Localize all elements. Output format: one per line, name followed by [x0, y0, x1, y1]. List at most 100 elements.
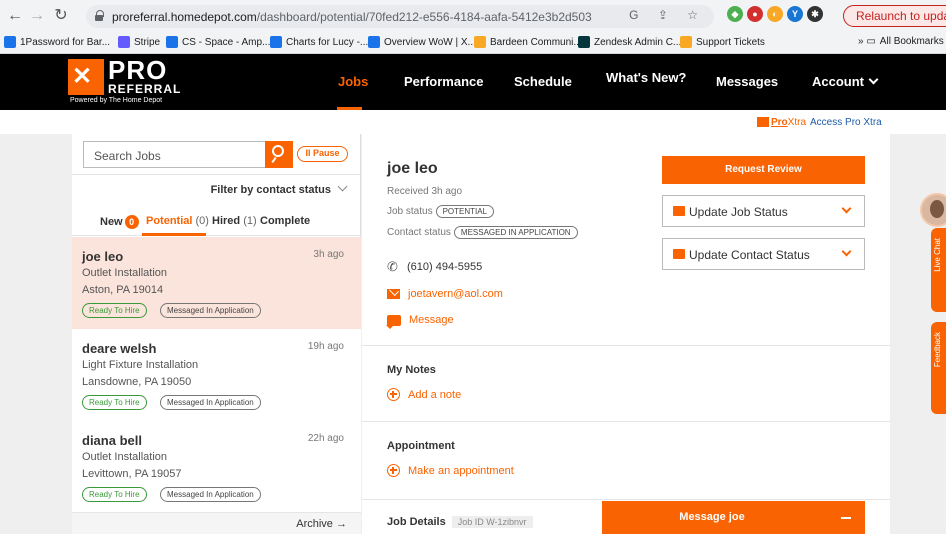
filter-contact-status[interactable]: Filter by contact status	[72, 174, 361, 204]
email-link[interactable]: joetavern@aol.com	[387, 288, 503, 300]
status-badge: Messaged In Application	[160, 487, 261, 502]
tab-new[interactable]: New 0	[100, 215, 139, 229]
bookmark-item[interactable]: Support Tickets	[680, 36, 765, 48]
add-note-link[interactable]: Add a note	[387, 388, 461, 401]
address-bar[interactable]: proreferral.homedepot.com/dashboard/pote…	[86, 5, 714, 28]
bookmark-favicon-icon	[118, 36, 130, 48]
chat-icon	[387, 314, 401, 326]
bookmark-favicon-icon	[578, 36, 590, 48]
lock-icon	[95, 10, 104, 21]
status-badge: Messaged In Application	[160, 303, 261, 318]
nav-performance[interactable]: Performance	[404, 74, 483, 89]
feedback-tab[interactable]: Feedback	[931, 322, 946, 414]
pro-xtra-link[interactable]: ProXtra Access Pro Xtra	[757, 117, 882, 128]
chevron-down-icon	[841, 246, 852, 257]
jobs-list-panel: Search Jobs II Pause Filter by contact s…	[72, 134, 361, 534]
search-icon	[272, 145, 284, 157]
nav-messages[interactable]: Messages	[716, 74, 778, 89]
status-badge: Ready To Hire	[82, 487, 147, 502]
bookmark-item[interactable]: Overview WoW | X...	[368, 36, 476, 48]
all-bookmarks[interactable]: » ▭ All Bookmarks	[858, 36, 944, 47]
nav-schedule[interactable]: Schedule	[514, 74, 572, 89]
bookmark-item[interactable]: Stripe	[118, 36, 160, 48]
message-customer-bar[interactable]: Message joe	[602, 501, 865, 534]
tab-hired[interactable]: Hired (1)	[212, 215, 257, 227]
pause-button[interactable]: II Pause	[297, 146, 348, 162]
plus-circle-icon	[387, 464, 400, 477]
mail-icon	[387, 289, 400, 299]
nav-account[interactable]: Account	[812, 74, 879, 89]
bookmark-favicon-icon	[270, 36, 282, 48]
contact-card-icon	[673, 249, 685, 259]
chevron-down-icon	[868, 74, 879, 85]
site-header: ✕ PRO REFERRAL Powered by The Home Depot…	[0, 54, 946, 110]
received-time: Received 3h ago	[387, 186, 463, 197]
job-list-item[interactable]: deare welsh 19h ago Light Fixture Instal…	[72, 329, 361, 425]
pro-referral-logo[interactable]: ✕ PRO REFERRAL Powered by The Home Depot	[68, 57, 188, 107]
bookmark-item[interactable]: 1Password for Bar...	[4, 36, 110, 48]
make-appointment-link[interactable]: Make an appointment	[387, 464, 514, 477]
bookmark-favicon-icon	[4, 36, 16, 48]
back-icon[interactable]: ←	[6, 7, 24, 25]
browser-chrome: ← → ↻ proreferral.homedepot.com/dashboar…	[0, 0, 946, 54]
bookmark-item[interactable]: CS - Space - Amp...	[166, 36, 270, 48]
extension-icon[interactable]: ◐	[767, 6, 783, 22]
job-detail-panel: joe leo Received 3h ago Job status POTENT…	[362, 134, 890, 534]
omnibox-icons[interactable]: G ⇪ ☆	[629, 8, 706, 22]
url-text: proreferral.homedepot.com/dashboard/pote…	[112, 10, 592, 24]
extension-icon[interactable]: ●	[747, 6, 763, 22]
extension-icon[interactable]: ◆	[727, 6, 743, 22]
search-button[interactable]	[265, 141, 293, 168]
folder-icon: » ▭	[858, 36, 876, 47]
appointment-section: Appointment Make an appointment	[362, 421, 890, 499]
reload-icon[interactable]: ↻	[52, 7, 70, 25]
status-badge: Messaged In Application	[160, 395, 261, 410]
address-row: ← → ↻ proreferral.homedepot.com/dashboar…	[0, 0, 946, 32]
job-tabs: New 0 Potential (0) Hired (1) Complete	[72, 206, 361, 236]
live-chat-tab[interactable]: Live Chat	[931, 228, 946, 312]
tools-icon: ✕	[68, 59, 104, 95]
bookmark-item[interactable]: Zendesk Admin C...	[578, 36, 681, 48]
bookmark-item[interactable]: Bardeen Communi...	[474, 36, 582, 48]
nav-whats-new[interactable]: What's New?	[606, 70, 686, 85]
puzzle-icon[interactable]: ✱	[807, 6, 823, 22]
nav-jobs[interactable]: Jobs	[338, 74, 368, 89]
job-details-header: Job Details Job ID W-1zibnvr	[387, 516, 533, 528]
bookmark-favicon-icon	[368, 36, 380, 48]
phone-link[interactable]: (610) 494-5955	[387, 259, 482, 275]
relaunch-button[interactable]: Relaunch to update	[843, 5, 946, 27]
status-badge: MESSAGED IN APPLICATION	[453, 226, 578, 239]
search-jobs-input[interactable]: Search Jobs	[83, 141, 293, 168]
chevron-down-icon	[841, 203, 852, 214]
chat-agent-avatar[interactable]	[920, 193, 946, 227]
bookmark-favicon-icon	[166, 36, 178, 48]
extension-icon[interactable]: Y	[787, 6, 803, 22]
briefcase-icon	[673, 206, 685, 216]
minimize-icon[interactable]	[841, 517, 851, 519]
bookmark-favicon-icon	[474, 36, 486, 48]
customer-name: joe leo	[387, 160, 438, 177]
status-badge: Ready To Hire	[82, 395, 147, 410]
status-badge: Ready To Hire	[82, 303, 147, 318]
job-status: Job status POTENTIAL	[387, 205, 495, 218]
contact-status: Contact status MESSAGED IN APPLICATION	[387, 226, 578, 239]
request-review-button[interactable]: Request Review	[662, 156, 865, 184]
bookmark-favicon-icon	[680, 36, 692, 48]
bookmarks-bar: 1Password for Bar... Stripe CS - Space -…	[0, 33, 946, 53]
pro-xtra-icon	[757, 117, 769, 128]
forward-icon[interactable]: →	[28, 7, 46, 25]
pro-xtra-bar: ProXtra Access Pro Xtra	[0, 110, 946, 134]
update-contact-status-dropdown[interactable]: Update Contact Status	[662, 238, 865, 270]
update-job-status-dropdown[interactable]: Update Job Status	[662, 195, 865, 227]
tab-active-indicator	[142, 233, 206, 236]
plus-circle-icon	[387, 388, 400, 401]
message-link[interactable]: Message	[387, 314, 454, 326]
tab-potential[interactable]: Potential (0)	[146, 215, 209, 227]
notes-section: My Notes Add a note	[362, 345, 890, 421]
archive-link[interactable]: Archive →	[72, 512, 361, 534]
job-list-item[interactable]: diana bell 22h ago Outlet Installation L…	[72, 421, 361, 517]
phone-icon	[387, 259, 399, 275]
bookmark-item[interactable]: Charts for Lucy -...	[270, 36, 368, 48]
tab-complete[interactable]: Complete	[260, 215, 310, 227]
job-list-item[interactable]: joe leo 3h ago Outlet Installation Aston…	[72, 237, 361, 333]
